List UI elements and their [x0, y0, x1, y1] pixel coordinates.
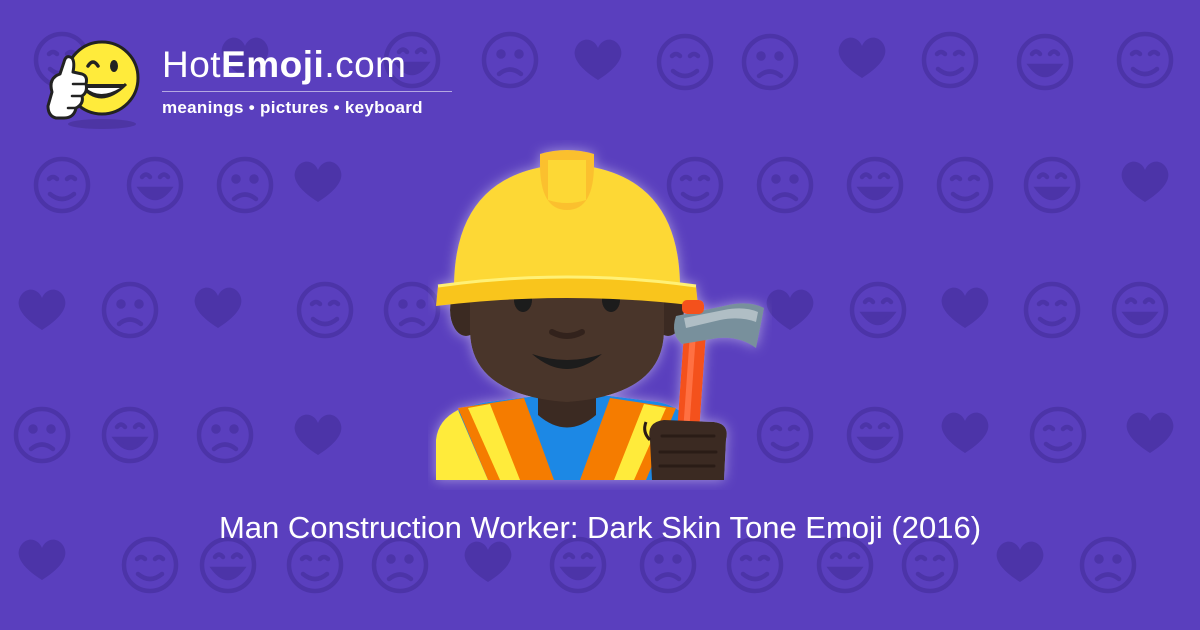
- emoji-image: [428, 140, 772, 490]
- og-image-card: HotEmoji.com meanings • pictures • keybo…: [0, 0, 1200, 630]
- site-logo[interactable]: HotEmoji.com meanings • pictures • keybo…: [40, 32, 480, 132]
- emoji-caption: Man Construction Worker: Dark Skin Tone …: [218, 510, 982, 545]
- logo-divider: [162, 91, 452, 92]
- site-name: HotEmoji.com: [162, 44, 407, 85]
- site-tagline: meanings • pictures • keyboard: [162, 98, 423, 117]
- winking-thumbs-up-mascot-icon: [46, 40, 140, 129]
- man-construction-worker-dark-skin-tone-icon: [436, 150, 764, 480]
